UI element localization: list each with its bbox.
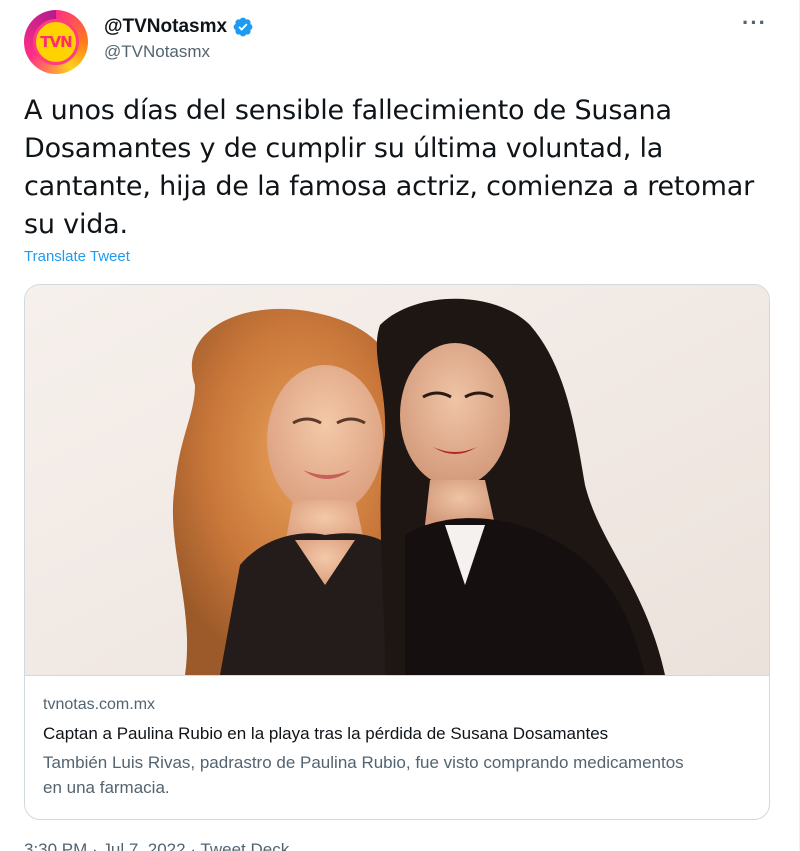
card-body[interactable]: tvnotas.com.mx Captan a Paulina Rubio en… [25, 675, 769, 819]
card-photo [25, 285, 769, 675]
author-names: @TVNotasmx @TVNotasmx [104, 14, 254, 62]
display-name[interactable]: @TVNotasmx [104, 16, 227, 38]
verified-badge-icon [233, 17, 253, 37]
display-name-row: @TVNotasmx [104, 14, 254, 40]
more-horizontal-icon[interactable]: ··· [742, 10, 767, 36]
avatar-logo: TVN [33, 19, 79, 65]
translate-tweet-link[interactable]: Translate Tweet [24, 248, 130, 265]
tweet-meta: 3:30 PM · Jul 7, 2022 · Tweet Deck [24, 840, 290, 851]
card-description: También Luis Rivas, padrastro de Paulina… [43, 753, 684, 797]
handle[interactable]: @TVNotasmx [104, 42, 254, 62]
tweet-text: A unos días del sensible fallecimiento d… [24, 95, 754, 240]
card-domain: tvnotas.com.mx [43, 696, 156, 713]
avatar-logo-text: TVN [40, 33, 72, 51]
card-title: Captan a Paulina Rubio en la playa tras … [43, 724, 609, 743]
card-image[interactable] [25, 285, 769, 675]
tweet: TVN @TVNotasmx @TVNotasmx ··· A unos día… [0, 0, 800, 851]
avatar[interactable]: TVN [24, 10, 88, 74]
link-card[interactable]: tvnotas.com.mx Captan a Paulina Rubio en… [24, 284, 770, 820]
